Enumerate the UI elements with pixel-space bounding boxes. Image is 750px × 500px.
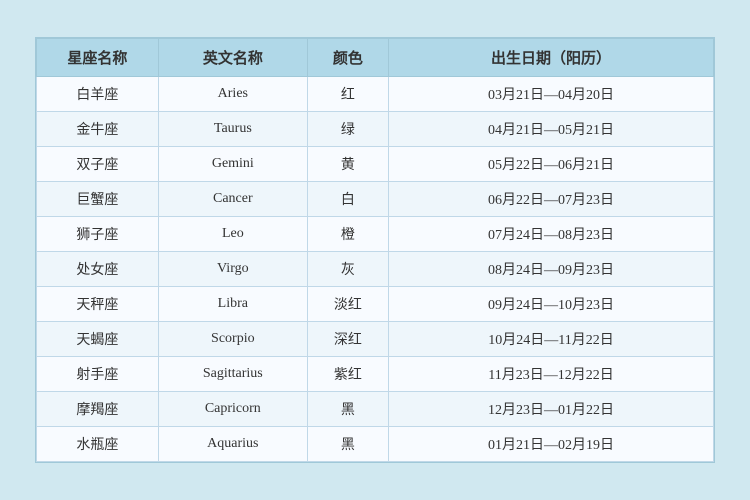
cell-english: Aries [158, 77, 307, 112]
cell-color: 淡红 [307, 287, 388, 322]
cell-chinese: 巨蟹座 [37, 182, 159, 217]
cell-chinese: 狮子座 [37, 217, 159, 252]
header-date: 出生日期（阳历） [389, 39, 714, 77]
table-row: 天秤座Libra淡红09月24日—10月23日 [37, 287, 714, 322]
cell-date: 08月24日—09月23日 [389, 252, 714, 287]
table-body: 白羊座Aries红03月21日—04月20日金牛座Taurus绿04月21日—0… [37, 77, 714, 462]
cell-english: Capricorn [158, 392, 307, 427]
zodiac-table-container: 星座名称 英文名称 颜色 出生日期（阳历） 白羊座Aries红03月21日—04… [35, 37, 715, 463]
cell-color: 黑 [307, 392, 388, 427]
cell-english: Leo [158, 217, 307, 252]
cell-chinese: 白羊座 [37, 77, 159, 112]
cell-date: 12月23日—01月22日 [389, 392, 714, 427]
cell-chinese: 双子座 [37, 147, 159, 182]
table-row: 水瓶座Aquarius黑01月21日—02月19日 [37, 427, 714, 462]
cell-date: 11月23日—12月22日 [389, 357, 714, 392]
zodiac-table: 星座名称 英文名称 颜色 出生日期（阳历） 白羊座Aries红03月21日—04… [36, 38, 714, 462]
table-row: 狮子座Leo橙07月24日—08月23日 [37, 217, 714, 252]
table-row: 巨蟹座Cancer白06月22日—07月23日 [37, 182, 714, 217]
cell-chinese: 天蝎座 [37, 322, 159, 357]
header-english: 英文名称 [158, 39, 307, 77]
cell-english: Scorpio [158, 322, 307, 357]
table-row: 金牛座Taurus绿04月21日—05月21日 [37, 112, 714, 147]
cell-color: 紫红 [307, 357, 388, 392]
cell-chinese: 处女座 [37, 252, 159, 287]
cell-chinese: 射手座 [37, 357, 159, 392]
cell-english: Taurus [158, 112, 307, 147]
cell-color: 红 [307, 77, 388, 112]
cell-date: 03月21日—04月20日 [389, 77, 714, 112]
cell-color: 黑 [307, 427, 388, 462]
table-header-row: 星座名称 英文名称 颜色 出生日期（阳历） [37, 39, 714, 77]
cell-chinese: 摩羯座 [37, 392, 159, 427]
cell-chinese: 天秤座 [37, 287, 159, 322]
cell-color: 绿 [307, 112, 388, 147]
cell-english: Cancer [158, 182, 307, 217]
cell-chinese: 水瓶座 [37, 427, 159, 462]
cell-date: 07月24日—08月23日 [389, 217, 714, 252]
table-row: 双子座Gemini黄05月22日—06月21日 [37, 147, 714, 182]
header-color: 颜色 [307, 39, 388, 77]
cell-color: 橙 [307, 217, 388, 252]
cell-color: 白 [307, 182, 388, 217]
cell-date: 01月21日—02月19日 [389, 427, 714, 462]
table-row: 摩羯座Capricorn黑12月23日—01月22日 [37, 392, 714, 427]
cell-english: Virgo [158, 252, 307, 287]
cell-date: 06月22日—07月23日 [389, 182, 714, 217]
cell-color: 黄 [307, 147, 388, 182]
table-row: 处女座Virgo灰08月24日—09月23日 [37, 252, 714, 287]
cell-english: Sagittarius [158, 357, 307, 392]
table-row: 射手座Sagittarius紫红11月23日—12月22日 [37, 357, 714, 392]
cell-date: 05月22日—06月21日 [389, 147, 714, 182]
table-row: 天蝎座Scorpio深红10月24日—11月22日 [37, 322, 714, 357]
cell-chinese: 金牛座 [37, 112, 159, 147]
cell-date: 10月24日—11月22日 [389, 322, 714, 357]
table-row: 白羊座Aries红03月21日—04月20日 [37, 77, 714, 112]
cell-date: 09月24日—10月23日 [389, 287, 714, 322]
cell-color: 灰 [307, 252, 388, 287]
cell-date: 04月21日—05月21日 [389, 112, 714, 147]
header-chinese: 星座名称 [37, 39, 159, 77]
cell-english: Gemini [158, 147, 307, 182]
cell-color: 深红 [307, 322, 388, 357]
cell-english: Aquarius [158, 427, 307, 462]
cell-english: Libra [158, 287, 307, 322]
